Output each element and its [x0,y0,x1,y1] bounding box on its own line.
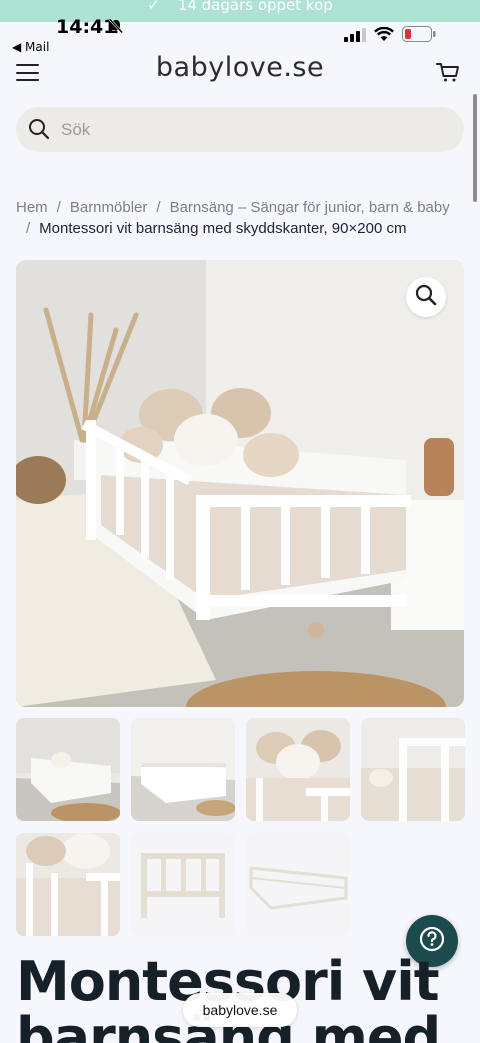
breadcrumb-separator: / [156,199,161,216]
zoom-button[interactable] [406,277,446,317]
search-input[interactable] [61,107,441,152]
battery-icon [402,26,436,46]
zoom-icon [415,284,437,310]
bell-slash-icon [108,18,124,38]
signal-icon [344,27,366,46]
product-main-image[interactable] [16,260,464,707]
thumbnail-2[interactable] [131,718,235,821]
search-icon [28,118,50,144]
breadcrumb-barnmobler[interactable]: Barnmöbler [70,199,148,216]
breadcrumb-barnsang[interactable]: Barnsäng – Sängar för junior, barn & bab… [170,199,450,216]
thumbnail-3[interactable] [246,718,350,821]
browser-url-bar[interactable]: babylove.se [183,993,297,1027]
thumbnail-4[interactable] [361,718,465,821]
wifi-icon [374,26,394,46]
promo-text: 14 dagars öppet köp [177,0,333,14]
site-header: babylove.se [0,52,480,92]
check-icon: ✓ [147,0,160,14]
thumbnail-7[interactable] [246,833,350,936]
thumbnail-6[interactable] [131,833,235,936]
breadcrumb-current: Montessori vit barnsäng med skyddskanter… [39,220,407,237]
breadcrumb: Hem / Barnmöbler / Barnsäng – Sängar för jun… [16,197,464,239]
search-bar[interactable] [16,107,464,152]
site-logo[interactable]: babylove.se [0,52,480,83]
thumbnail-5[interactable] [16,833,120,936]
cart-icon[interactable] [436,62,460,86]
breadcrumb-separator: / [26,220,31,237]
status-bar: 14:41 [0,14,480,42]
scrollbar[interactable] [473,94,477,202]
breadcrumb-home[interactable]: Hem [16,199,48,216]
breadcrumb-separator: / [56,199,61,216]
thumbnail-1[interactable] [16,718,120,821]
